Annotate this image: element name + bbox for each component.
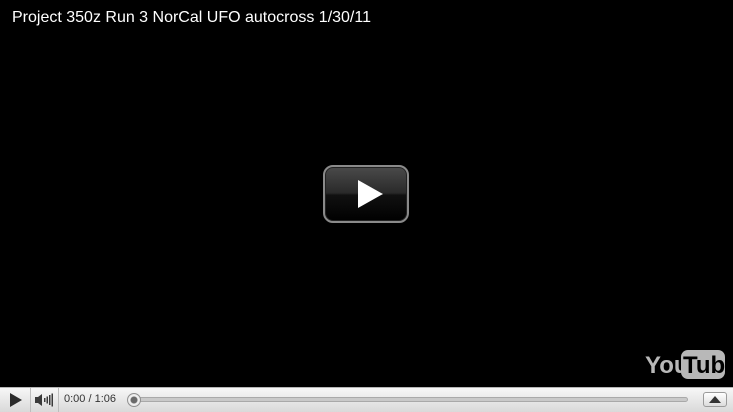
video-player: Project 350z Run 3 NorCal UFO autocross … <box>0 0 733 412</box>
expand-button[interactable] <box>703 392 727 407</box>
youtube-logo[interactable]: You Tube <box>645 349 725 379</box>
time-separator: / <box>88 393 92 405</box>
time-display: 0:00 / 1:06 <box>64 393 116 405</box>
current-time: 0:00 <box>64 393 86 405</box>
play-icon <box>358 180 383 208</box>
big-play-button[interactable] <box>323 165 409 223</box>
play-icon <box>10 393 22 407</box>
video-title[interactable]: Project 350z Run 3 NorCal UFO autocross … <box>12 8 371 28</box>
duration: 1:06 <box>94 393 117 405</box>
video-area[interactable]: Project 350z Run 3 NorCal UFO autocross … <box>0 0 733 387</box>
play-button[interactable] <box>0 388 31 412</box>
volume-button[interactable] <box>31 388 59 412</box>
scrubber-handle[interactable] <box>127 393 141 407</box>
control-bar: 0:00 / 1:06 <box>0 387 733 412</box>
speaker-icon <box>35 393 53 407</box>
expand-up-icon <box>709 396 721 403</box>
progress-bar[interactable] <box>128 397 688 402</box>
youtube-logo-tube: Tube <box>683 352 725 379</box>
